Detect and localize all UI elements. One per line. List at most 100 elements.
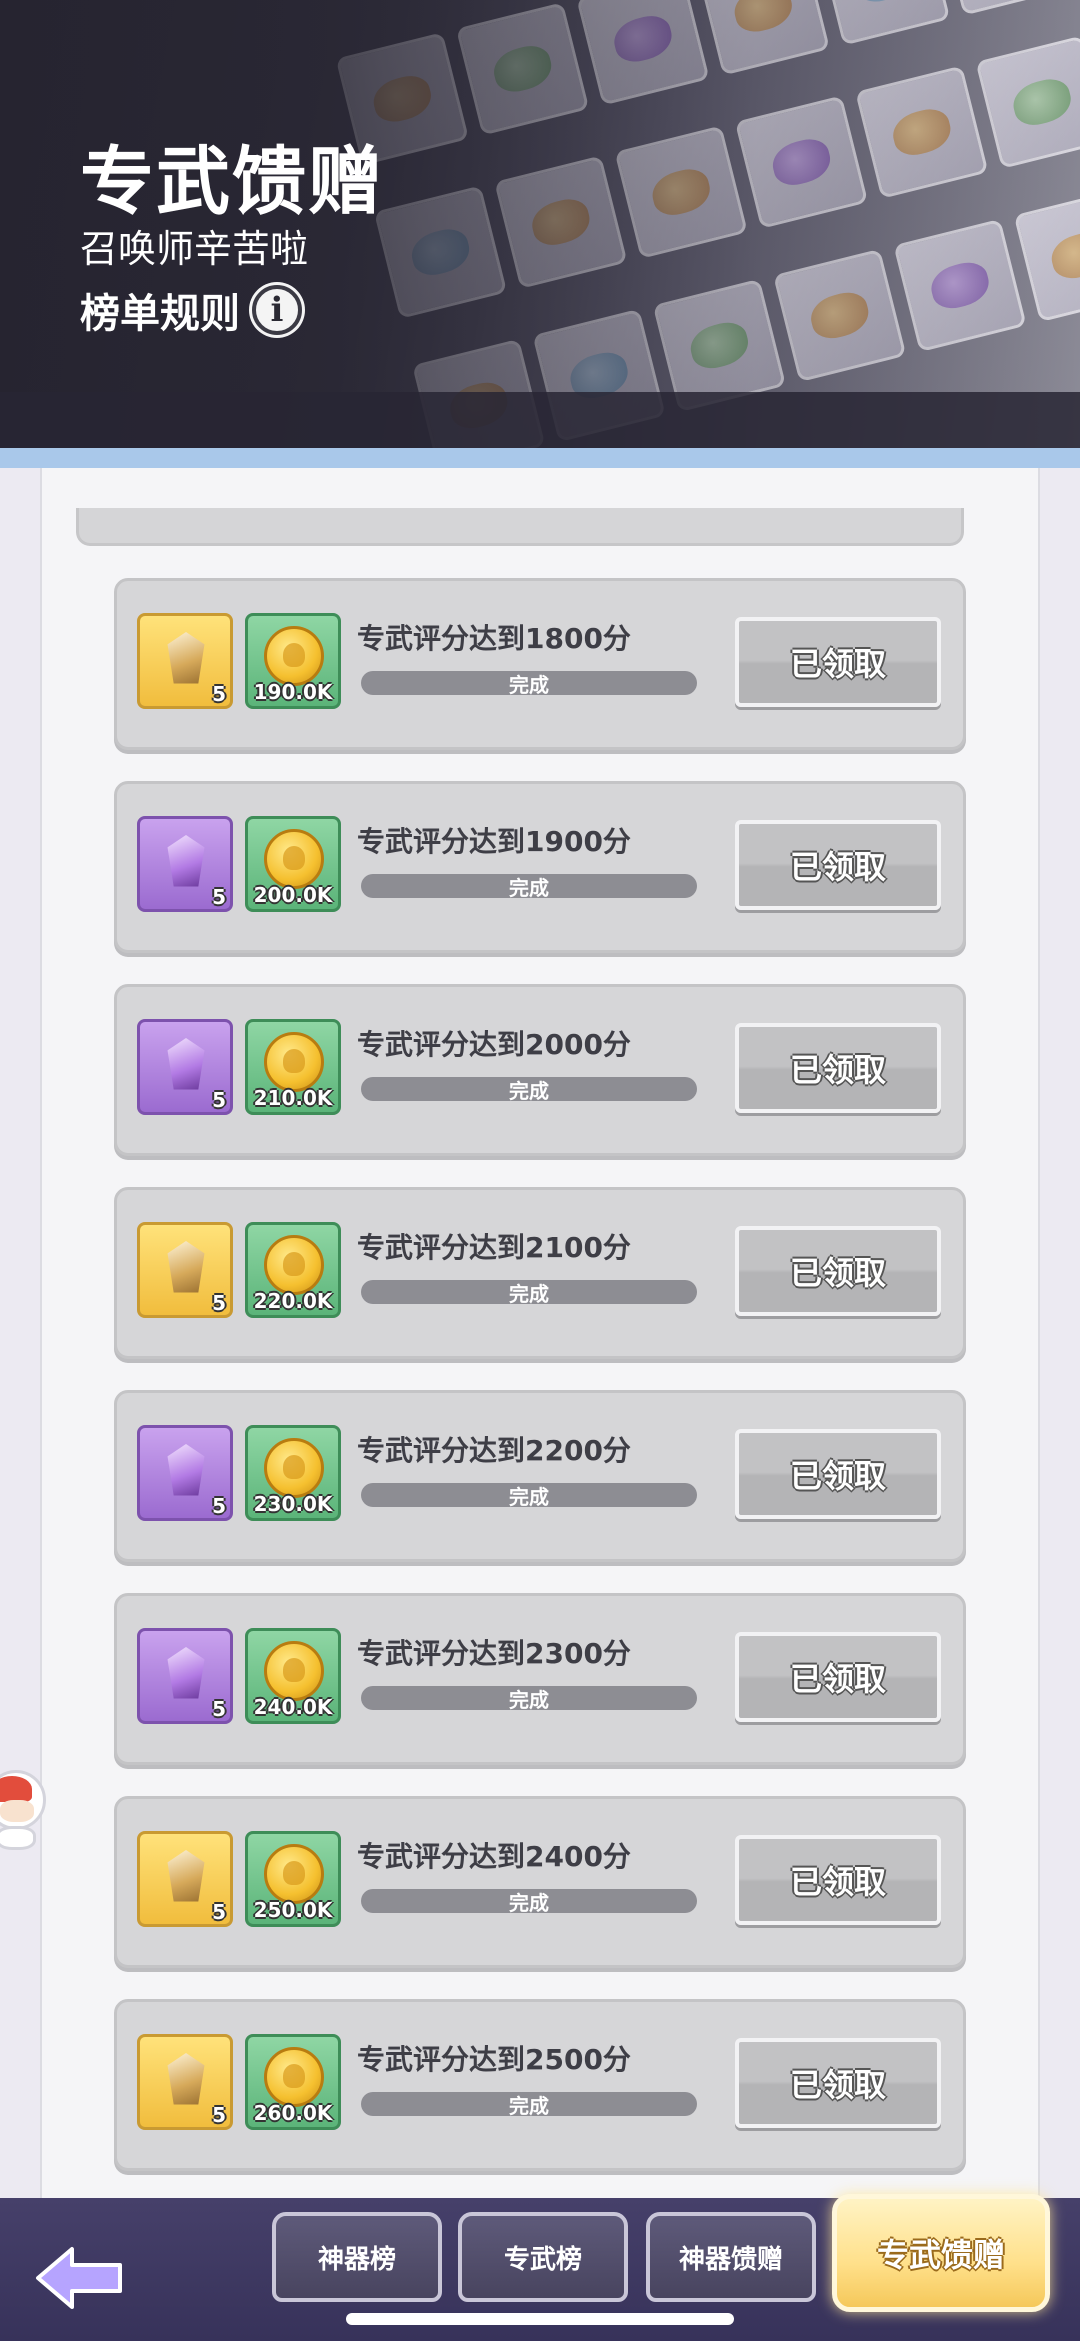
reward-quantity: 5 [212,2103,226,2127]
floating-helper-mascot[interactable] [0,1770,48,1852]
progress-label: 完成 [509,1281,549,1306]
progress-bar: 完成 [361,1077,697,1103]
reward-gold-coins[interactable]: 230.0K [245,1425,341,1521]
claimed-button[interactable]: 已领取 [735,1429,941,1519]
page-title: 专武馈赠 [80,139,384,225]
claimed-button[interactable]: 已领取 [735,2038,941,2128]
arrow-left-icon [36,2247,122,2309]
coin-icon [264,626,324,686]
crystal-icon [167,2053,205,2105]
task-description: 专武评分达到2500分 [357,2043,631,2076]
progress-label: 完成 [509,672,549,697]
task-card: 5 210.0K 专武评分达到2000分完成 已领取 [114,984,966,1156]
reward-amount: 260.0K [253,2101,333,2125]
task-description: 专武评分达到2200分 [357,1434,631,1467]
tab-artifact-rank[interactable]: 神器榜 [272,2212,442,2302]
crystal-icon [167,1850,205,1902]
home-indicator[interactable] [346,2313,734,2325]
claimed-button[interactable]: 已领取 [735,820,941,910]
reward-quantity: 5 [212,885,226,909]
claimed-button[interactable]: 已领取 [735,1632,941,1722]
task-description: 专武评分达到2100分 [357,1231,631,1264]
reward-amount: 230.0K [253,1492,333,1516]
progress-label: 完成 [509,2093,549,2118]
reward-weapon-crystal[interactable]: 5 [137,1019,233,1115]
progress-bar: 完成 [361,2092,697,2118]
claimed-button[interactable]: 已领取 [735,1835,941,1925]
progress-bar: 完成 [361,1280,697,1306]
reward-amount: 190.0K [253,680,333,704]
crystal-icon [167,1444,205,1496]
progress-bar: 完成 [361,671,697,697]
reward-amount: 210.0K [253,1086,333,1110]
task-card: 5 260.0K 专武评分达到2500分完成 已领取 [114,1999,966,2171]
task-description: 专武评分达到2000分 [357,1028,631,1061]
reward-gold-coins[interactable]: 240.0K [245,1628,341,1724]
tab-artifact-gift[interactable]: 神器馈赠 [646,2212,816,2302]
coin-icon [264,1641,324,1701]
header-divider [0,448,1080,468]
task-description: 专武评分达到2400分 [357,1840,631,1873]
crystal-icon [167,1647,205,1699]
crystal-icon [167,1038,205,1090]
reward-gold-coins[interactable]: 210.0K [245,1019,341,1115]
page-subtitle: 召唤师辛苦啦 [80,227,309,271]
reward-amount: 250.0K [253,1898,333,1922]
rules-label: 榜单规则 [80,291,240,337]
reward-weapon-crystal[interactable]: 5 [137,613,233,709]
reward-quantity: 5 [212,1088,226,1112]
reward-quantity: 5 [212,1900,226,1924]
progress-bar: 完成 [361,874,697,900]
reward-gold-coins[interactable]: 200.0K [245,816,341,912]
progress-label: 完成 [509,1078,549,1103]
reward-weapon-crystal[interactable]: 5 [137,1831,233,1927]
crystal-icon [167,632,205,684]
task-card: 5 240.0K 专武评分达到2300分完成 已领取 [114,1593,966,1765]
tab-weapon-gift[interactable]: 专武馈赠 [832,2194,1050,2312]
reward-gold-coins[interactable]: 220.0K [245,1222,341,1318]
reward-weapon-crystal[interactable]: 5 [137,2034,233,2130]
info-icon[interactable]: i [252,285,302,335]
reward-weapon-crystal[interactable]: 5 [137,1222,233,1318]
reward-quantity: 5 [212,682,226,706]
rules-link[interactable]: 榜单规则 i [80,282,302,338]
progress-label: 完成 [509,1687,549,1712]
reward-gold-coins[interactable]: 190.0K [245,613,341,709]
task-card: 5 230.0K 专武评分达到2200分完成 已领取 [114,1390,966,1562]
reward-amount: 240.0K [253,1695,333,1719]
progress-bar: 完成 [361,1889,697,1915]
reward-gold-coins[interactable]: 260.0K [245,2034,341,2130]
reward-amount: 200.0K [253,883,333,907]
task-description: 专武评分达到2300分 [357,1637,631,1670]
crystal-icon [167,835,205,887]
coin-icon [264,1032,324,1092]
tab-weapon-rank[interactable]: 专武榜 [458,2212,628,2302]
reward-weapon-crystal[interactable]: 5 [137,1425,233,1521]
progress-label: 完成 [509,1484,549,1509]
reward-weapon-crystal[interactable]: 5 [137,1628,233,1724]
coin-icon [264,1438,324,1498]
task-card: 5 250.0K 专武评分达到2400分完成 已领取 [114,1796,966,1968]
progress-bar: 完成 [361,1686,697,1712]
coin-icon [264,1235,324,1295]
claimed-button[interactable]: 已领取 [735,617,941,707]
claimed-button[interactable]: 已领取 [735,1226,941,1316]
task-description: 专武评分达到1900分 [357,825,631,858]
reward-amount: 220.0K [253,1289,333,1313]
coin-icon [264,2047,324,2107]
progress-bar: 完成 [361,1483,697,1509]
partial-task-card [76,508,964,546]
reward-weapon-crystal[interactable]: 5 [137,816,233,912]
reward-quantity: 5 [212,1494,226,1518]
back-button[interactable] [30,2238,130,2318]
crystal-icon [167,1241,205,1293]
task-description: 专武评分达到1800分 [357,622,631,655]
reward-quantity: 5 [212,1291,226,1315]
coin-icon [264,1844,324,1904]
progress-label: 完成 [509,1890,549,1915]
task-card: 5 190.0K 专武评分达到1800分完成 已领取 [114,578,966,750]
coin-icon [264,829,324,889]
claimed-button[interactable]: 已领取 [735,1023,941,1113]
task-card: 5 220.0K 专武评分达到2100分完成 已领取 [114,1187,966,1359]
reward-gold-coins[interactable]: 250.0K [245,1831,341,1927]
